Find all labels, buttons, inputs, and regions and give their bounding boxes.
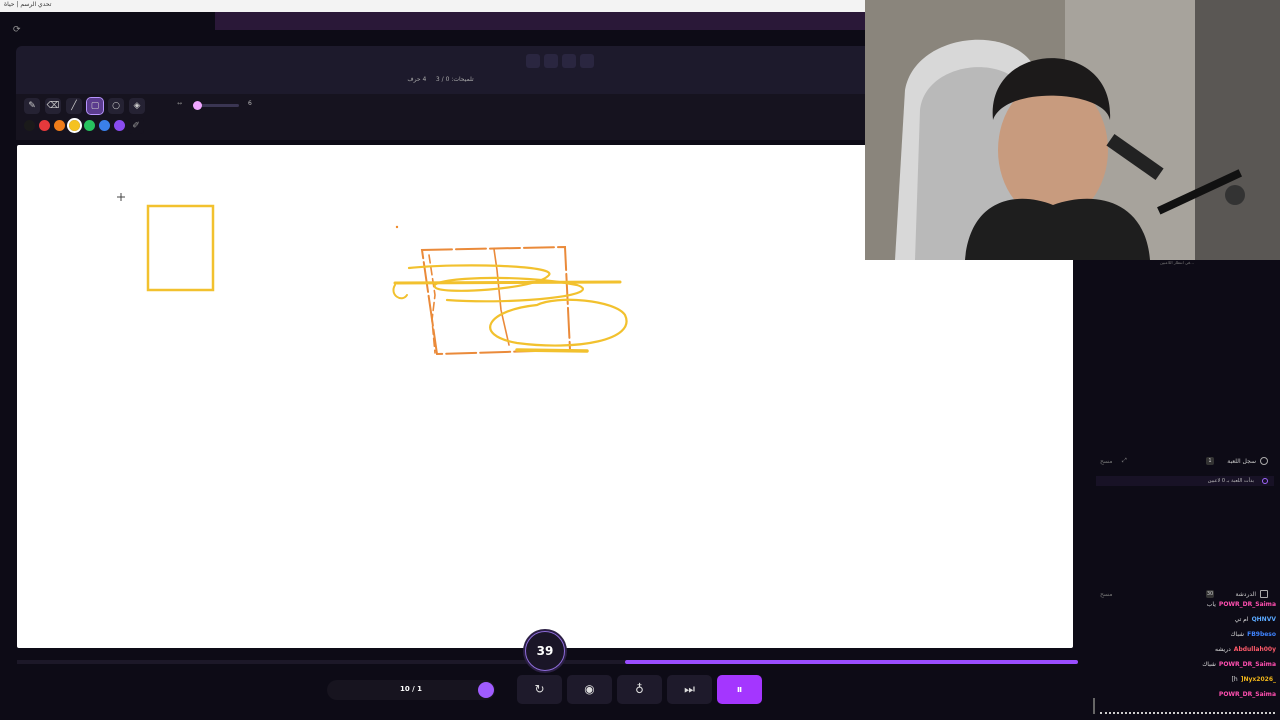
timer-progress-bar (625, 660, 1078, 664)
drawn-rectangle (146, 204, 215, 292)
log-entry-icon (1262, 478, 1268, 484)
game-log-entry: بدأت اللعبة بـ 0 لاعبين (1096, 476, 1274, 486)
expand-icon[interactable]: ⤢ (1122, 457, 1127, 465)
round-indicator: 10 / 1 (327, 680, 495, 700)
chat-count: 30 (1206, 590, 1214, 598)
chat-message: ياب POWR_DR_Saima (1207, 601, 1276, 608)
line-icon[interactable]: ╱ (66, 98, 82, 114)
restart-icon: ↻ (534, 682, 545, 696)
game-log-header: مسح ⤢ 1 سجل اللعبة (1096, 456, 1274, 468)
game-log-count: 1 (1206, 457, 1214, 465)
letter-slots (526, 54, 594, 68)
window-title: تحدي الرسم | حياة (4, 1, 52, 8)
skip-icon: ⏭ (684, 682, 695, 696)
brush-size-icon: ↔ (177, 100, 183, 107)
hint-button[interactable]: ♁ (617, 675, 662, 704)
chat-header: مسح 30 الدردشة (1096, 589, 1274, 601)
chat-username: FB9beso (1247, 631, 1276, 638)
chat-message-text: ياب (1206, 601, 1216, 608)
eraser-icon[interactable]: ⌫ (45, 98, 61, 114)
brush-size-slider[interactable] (193, 101, 239, 110)
chat-username: Abdullah00y (1233, 646, 1276, 653)
slider-knob[interactable] (193, 101, 202, 110)
chat-message-text: شباك (1230, 631, 1245, 638)
game-log-title: سجل اللعبة (1227, 458, 1256, 465)
color-swatch[interactable] (39, 120, 50, 131)
chat-message: [h]Nyx2026_ (1232, 676, 1276, 683)
pen-icon[interactable]: ✎ (24, 98, 40, 114)
circle-icon[interactable]: ○ (108, 98, 124, 114)
word-info: تلميحات: 0 / 3 4 حرف (16, 76, 865, 83)
color-swatch[interactable] (114, 120, 125, 131)
drawing-toolbar: ✎ ⌫ ╱ ▢ ○ ◈ ↔ 6 ✐ (16, 94, 865, 140)
reveal-button[interactable]: ◉ (567, 675, 612, 704)
game-log-entry-text: بدأت اللعبة بـ 0 لاعبين (1207, 478, 1254, 484)
webcam-image (865, 0, 1280, 260)
restart-button[interactable]: ↻ (517, 675, 562, 704)
letters-count: 4 حرف (407, 76, 427, 83)
chat-username: ]Nyx2026_ (1240, 676, 1276, 683)
drawn-scribble (392, 245, 628, 356)
hint-icon: ♁ (635, 682, 644, 696)
skip-button[interactable]: ⏭ (667, 675, 712, 704)
chat-username: QHNVV (1251, 616, 1276, 623)
game-log-clear-button[interactable]: مسح (1100, 458, 1112, 465)
drawn-dot (395, 225, 399, 229)
webcam-feed (865, 0, 1280, 260)
chat-message-text: شباك (1202, 661, 1216, 668)
webcam-caption: في انتظار اللاعبين... (1160, 260, 1195, 265)
pause-button[interactable]: ⏸ (717, 675, 762, 704)
pause-icon: ⏸ (736, 682, 743, 696)
chat-input[interactable] (1100, 706, 1275, 714)
hints-count: تلميحات: 0 / 3 (435, 76, 474, 83)
rectangle-icon[interactable]: ▢ (86, 97, 104, 115)
timer-badge: 39 (525, 631, 565, 671)
chat-message-text: ام تي (1234, 616, 1249, 623)
chat-message: دريشه Abdullah00y (1215, 646, 1276, 653)
color-swatch[interactable] (54, 120, 65, 131)
color-swatch[interactable] (84, 120, 95, 131)
chat-username: POWR_DR_Saima (1218, 601, 1276, 608)
chat-scrollbar[interactable] (1093, 698, 1095, 714)
chat-message-text: دريشه (1214, 646, 1231, 653)
word-header: تلميحات: 0 / 3 4 حرف (16, 46, 865, 94)
brush-size-value: 6 (248, 100, 252, 107)
round-label: 10 / 1 (399, 685, 423, 693)
top-banner (215, 12, 865, 30)
chat-icon (1260, 590, 1268, 598)
round-dot (478, 682, 494, 698)
chat-message: ام تي QHNVV (1235, 616, 1276, 623)
chat-username: POWR_DR_Saima (1218, 691, 1276, 698)
chat-username: POWR_DR_Saima (1218, 661, 1276, 668)
chat-clear-button[interactable]: مسح (1100, 591, 1112, 598)
color-swatch[interactable] (24, 120, 35, 131)
color-swatch[interactable] (67, 118, 82, 133)
eye-icon: ◉ (584, 682, 595, 696)
chat-message: شباك FB9beso (1230, 631, 1276, 638)
chat-message: شباك POWR_DR_Saima (1202, 661, 1276, 668)
chat-message: POWR_DR_Saima (1216, 691, 1276, 698)
chat-title: الدردشة (1235, 591, 1256, 598)
crosshair-cursor (117, 193, 125, 201)
clock-icon (1260, 457, 1268, 465)
fill-icon[interactable]: ◈ (129, 98, 145, 114)
color-swatch[interactable] (99, 120, 110, 131)
refresh-icon[interactable]: ⟳ (13, 25, 23, 35)
chat-message-text: [h (1231, 676, 1238, 683)
color-picker-icon[interactable]: ✐ (128, 118, 144, 134)
